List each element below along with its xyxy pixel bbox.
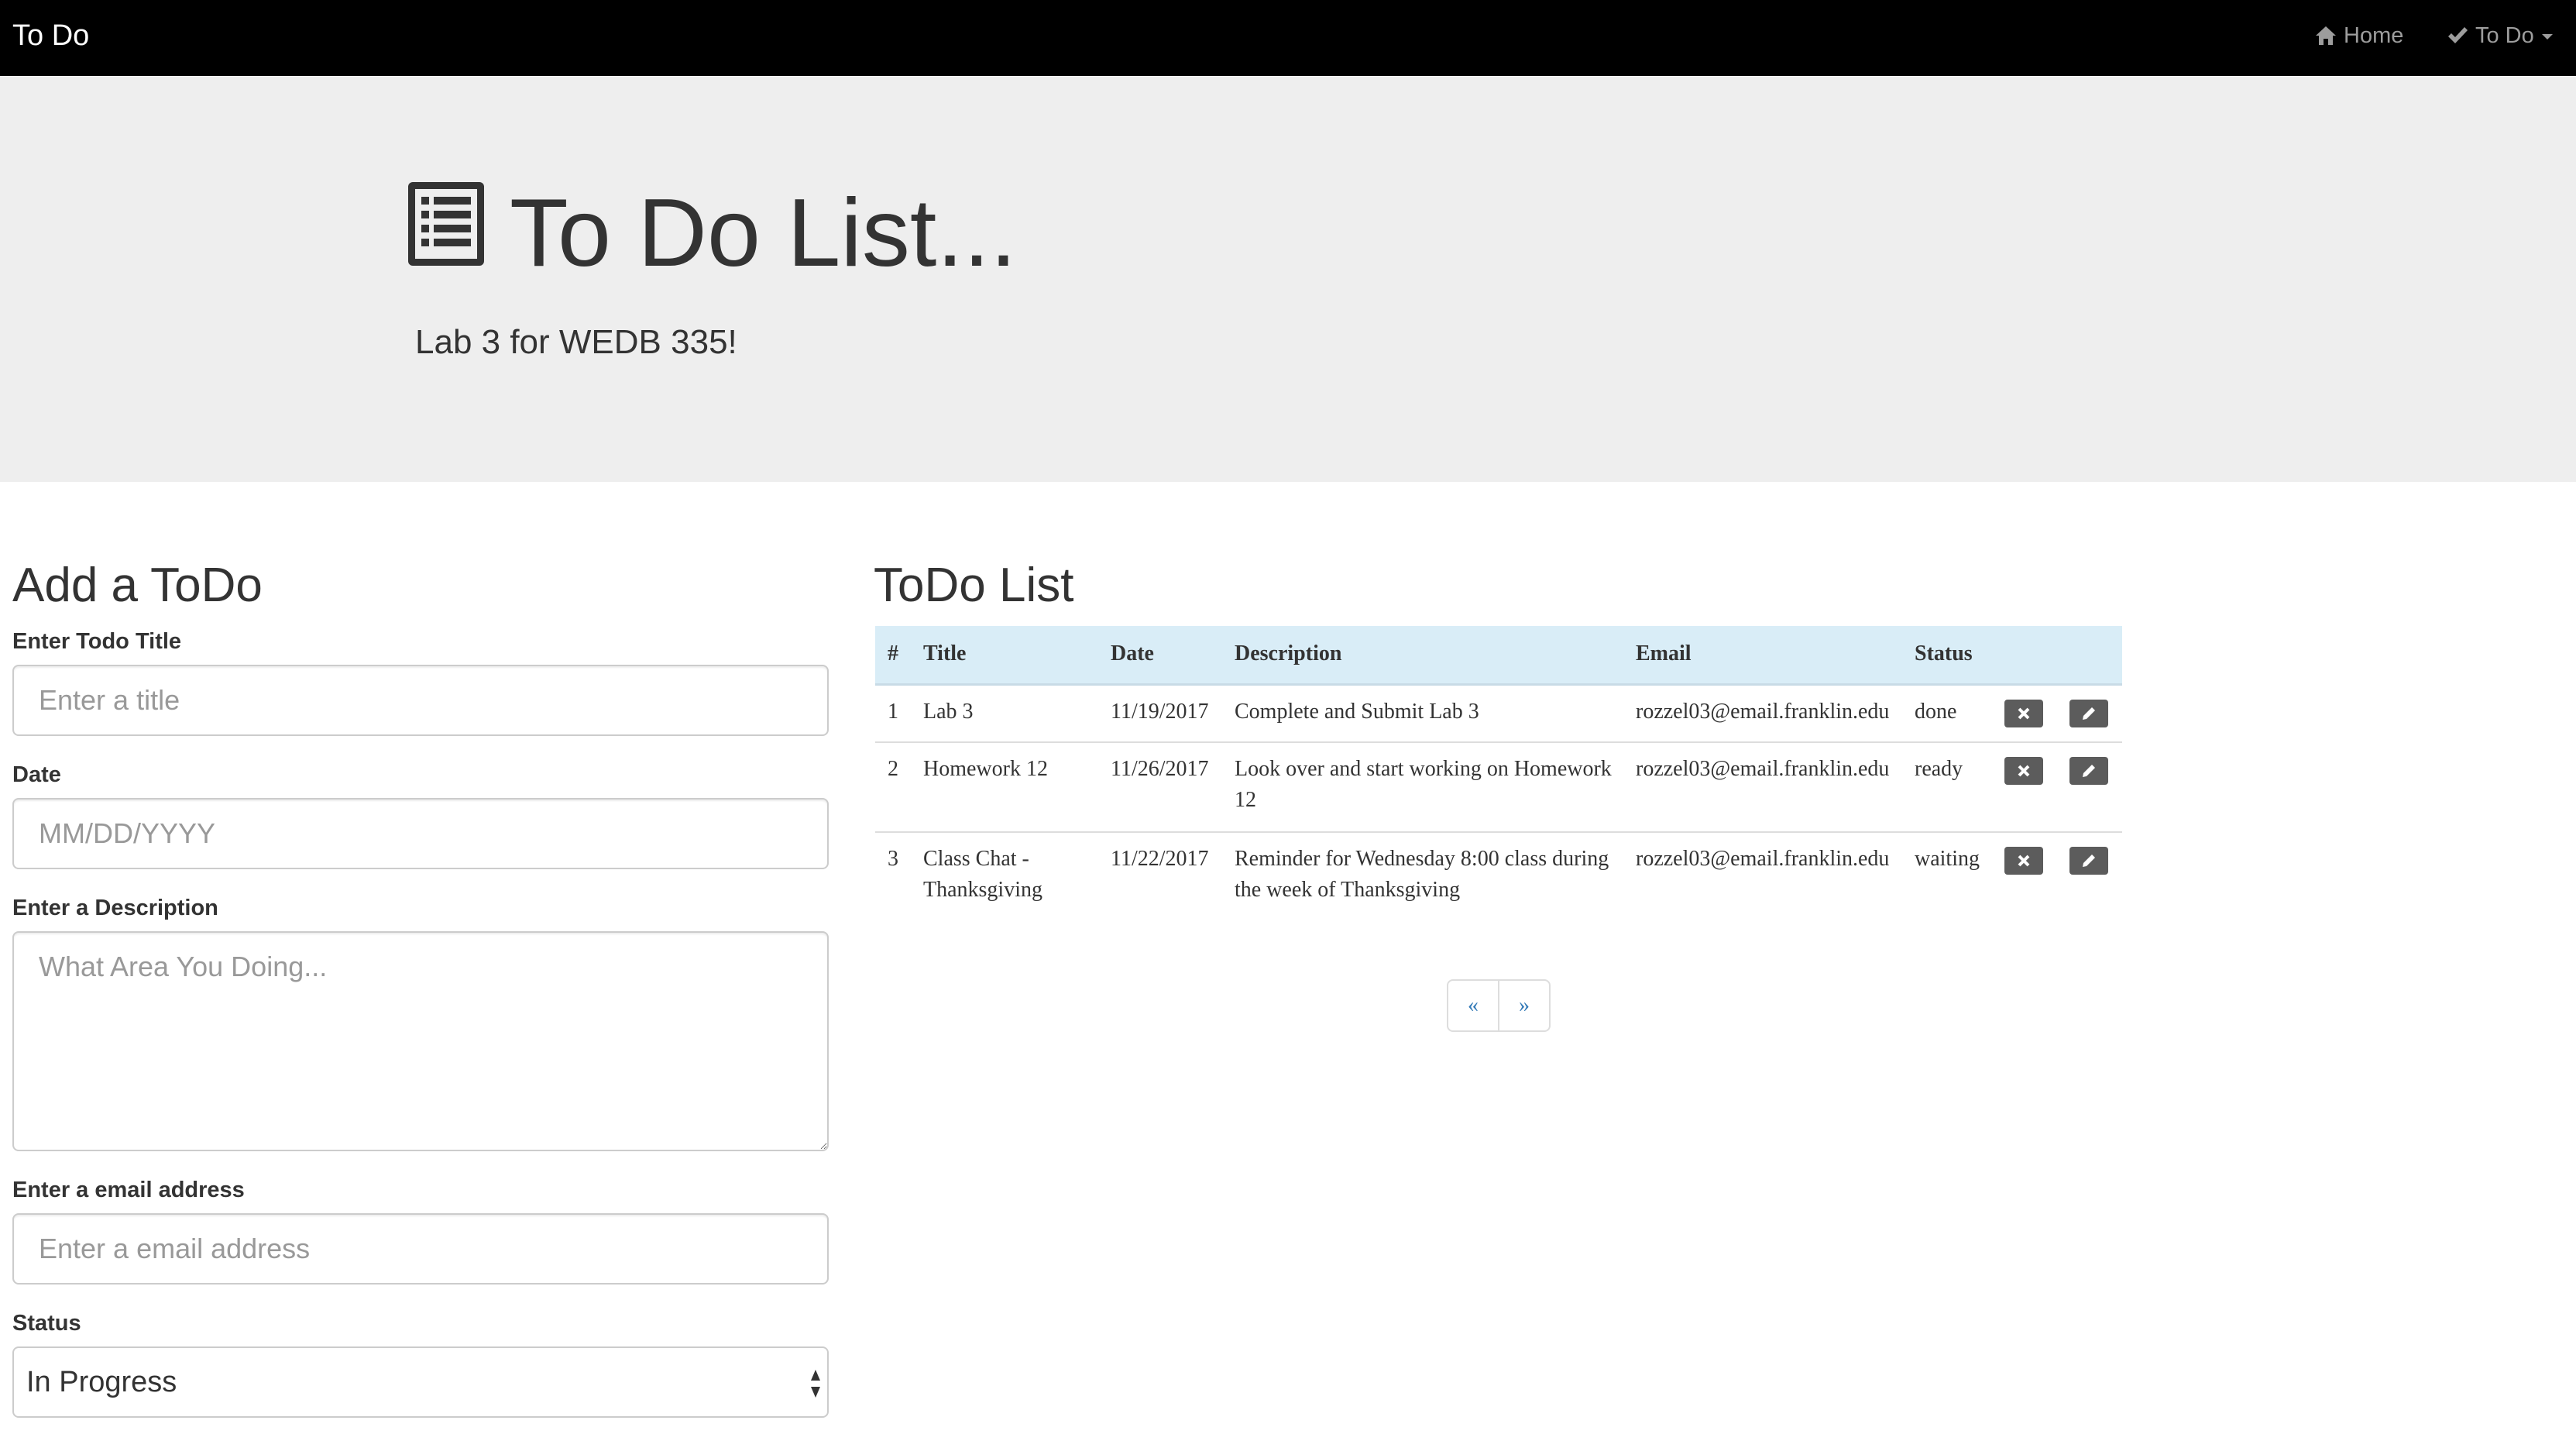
column-header-status: Status — [1915, 641, 1973, 665]
row-title: Class Chat - Thanksgiving — [923, 847, 1042, 902]
delete-button[interactable] — [2004, 847, 2043, 875]
description-label: Enter a Description — [12, 896, 218, 920]
row-email: rozzel03@email.franklin.edu — [1636, 757, 1890, 781]
pencil-icon — [2083, 765, 2095, 777]
title-input[interactable] — [12, 665, 829, 736]
nav-home-link[interactable]: Home — [2314, 20, 2403, 51]
select-arrows-icon — [811, 1370, 820, 1398]
table-row: 2 Homework 12 11/26/2017 Look over and s… — [875, 743, 2122, 833]
nav-home-label: Home — [2344, 23, 2404, 48]
remove-icon — [2018, 707, 2030, 720]
pagination-next-button[interactable]: » — [1499, 979, 1551, 1032]
remove-icon — [2018, 765, 2030, 777]
date-label: Date — [12, 762, 61, 787]
status-select-value: In Progress — [26, 1366, 177, 1398]
date-input[interactable] — [12, 798, 829, 869]
table-row: 3 Class Chat - Thanksgiving 11/22/2017 R… — [875, 833, 2122, 921]
row-email: rozzel03@email.franklin.edu — [1636, 847, 1890, 871]
row-title: Homework 12 — [923, 757, 1048, 781]
delete-button[interactable] — [2004, 700, 2043, 727]
column-header-title: Title — [923, 641, 967, 665]
page-subtitle: Lab 3 for WEDB 335! — [415, 323, 737, 361]
navbar: To Do Home To Do — [0, 0, 2576, 76]
description-textarea[interactable] — [12, 931, 829, 1151]
remove-icon — [2018, 855, 2030, 867]
column-header-date: Date — [1111, 641, 1154, 665]
jumbotron — [0, 76, 2576, 482]
status-select[interactable]: In Progress — [12, 1346, 829, 1418]
edit-button[interactable] — [2069, 847, 2108, 875]
pencil-icon — [2083, 855, 2095, 867]
nav-todo-label: To Do — [2475, 23, 2534, 48]
table-row: 1 Lab 3 11/19/2017 Complete and Submit L… — [875, 686, 2122, 743]
page-title: To Do List... — [510, 180, 1017, 287]
row-title: Lab 3 — [923, 700, 974, 724]
home-icon — [2316, 26, 2336, 45]
row-status: ready — [1915, 757, 1963, 781]
row-number: 2 — [888, 757, 898, 781]
todo-list-heading: ToDo List — [874, 559, 1074, 612]
row-number: 1 — [888, 700, 898, 724]
status-label: Status — [12, 1311, 81, 1336]
row-date: 11/19/2017 — [1111, 700, 1209, 724]
navbar-brand[interactable]: To Do — [12, 17, 89, 54]
row-date: 11/22/2017 — [1111, 847, 1209, 871]
edit-button[interactable] — [2069, 757, 2108, 785]
pagination-prev-button[interactable]: « — [1447, 979, 1499, 1032]
row-description: Complete and Submit Lab 3 — [1235, 700, 1479, 724]
title-label: Enter Todo Title — [12, 629, 182, 654]
pencil-icon — [2083, 707, 2095, 720]
row-date: 11/26/2017 — [1111, 757, 1209, 781]
edit-button[interactable] — [2069, 700, 2108, 727]
list-icon — [406, 180, 486, 272]
column-header-number: # — [888, 641, 898, 665]
delete-button[interactable] — [2004, 757, 2043, 785]
row-description: Look over and start working on Homework … — [1235, 757, 1612, 812]
table-header: # Title Date Description Email Status — [875, 626, 2122, 686]
row-status: done — [1915, 700, 1957, 724]
email-input[interactable] — [12, 1213, 829, 1285]
pagination: « » — [1447, 979, 1551, 1032]
email-label: Enter a email address — [12, 1178, 245, 1202]
column-header-email: Email — [1636, 641, 1692, 665]
row-description: Reminder for Wednesday 8:00 class during… — [1235, 847, 1609, 902]
checkmark-icon — [2448, 27, 2468, 43]
nav-todo-dropdown[interactable]: To Do — [2446, 20, 2553, 51]
row-status: waiting — [1915, 847, 1980, 871]
row-number: 3 — [888, 847, 898, 871]
todo-table: # Title Date Description Email Status 1 … — [875, 626, 2122, 921]
add-todo-heading: Add a ToDo — [12, 559, 263, 612]
column-header-description: Description — [1235, 641, 1342, 665]
row-email: rozzel03@email.franklin.edu — [1636, 700, 1890, 724]
caret-down-icon — [2541, 33, 2553, 40]
